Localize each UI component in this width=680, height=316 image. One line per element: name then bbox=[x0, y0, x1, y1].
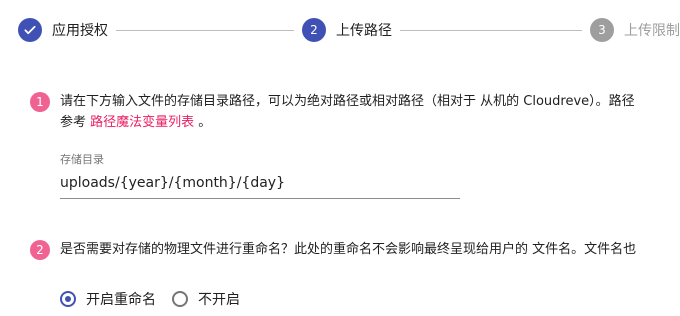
section-2-instruction: 是否需要对存储的物理文件进行重命名？此处的重命名不会影响最终呈现给用户的 文件名… bbox=[60, 242, 637, 257]
section-1-badge: 1 bbox=[30, 92, 50, 112]
path-magic-variables-link[interactable]: 路径魔法变量列表 bbox=[90, 115, 194, 130]
storage-directory-input[interactable] bbox=[60, 168, 460, 199]
section-1-instruction-line2: 参考 路径魔法变量列表 。 bbox=[60, 112, 211, 134]
storage-directory-label: 存储目录 bbox=[60, 153, 104, 166]
step-1-circle bbox=[18, 18, 42, 42]
check-icon bbox=[24, 25, 36, 35]
section-2-badge: 2 bbox=[30, 240, 50, 260]
step-3-circle: 3 bbox=[590, 18, 614, 42]
radio-disable-rename-label[interactable]: 不开启 bbox=[198, 289, 240, 309]
step-2-circle: 2 bbox=[302, 18, 326, 42]
stepper: 应用授权 2 上传路径 3 上传限制 bbox=[18, 16, 680, 44]
step-2-label: 上传路径 bbox=[336, 23, 392, 39]
step-connector-2 bbox=[400, 29, 582, 31]
section-1-suffix: 。 bbox=[194, 115, 212, 130]
step-3-label: 上传限制 bbox=[624, 23, 680, 39]
section-1-instruction-line1: 请在下方输入文件的存储目录路径，可以为绝对路径或相对路径（相对于 从机的 Clo… bbox=[60, 94, 635, 109]
step-1-label: 应用授权 bbox=[52, 23, 108, 39]
step-upload-path: 2 上传路径 bbox=[302, 18, 392, 42]
storage-policy-wizard: 应用授权 2 上传路径 3 上传限制 1 请在下方输入文件的存储目录路径，可以为… bbox=[0, 0, 680, 316]
step-app-authorization: 应用授权 bbox=[18, 18, 108, 42]
step-connector-1 bbox=[116, 29, 294, 31]
section-1-prefix: 参考 bbox=[60, 115, 91, 130]
radio-enable-rename-label[interactable]: 开启重命名 bbox=[86, 289, 156, 309]
radio-enable-rename-dot[interactable] bbox=[60, 291, 76, 307]
step-upload-limit: 3 上传限制 bbox=[590, 18, 680, 42]
radio-enable-rename[interactable]: 开启重命名 bbox=[60, 289, 156, 309]
radio-disable-rename-dot[interactable] bbox=[172, 291, 188, 307]
radio-disable-rename[interactable]: 不开启 bbox=[172, 289, 240, 309]
rename-radio-group: 开启重命名 不开启 bbox=[60, 289, 256, 309]
